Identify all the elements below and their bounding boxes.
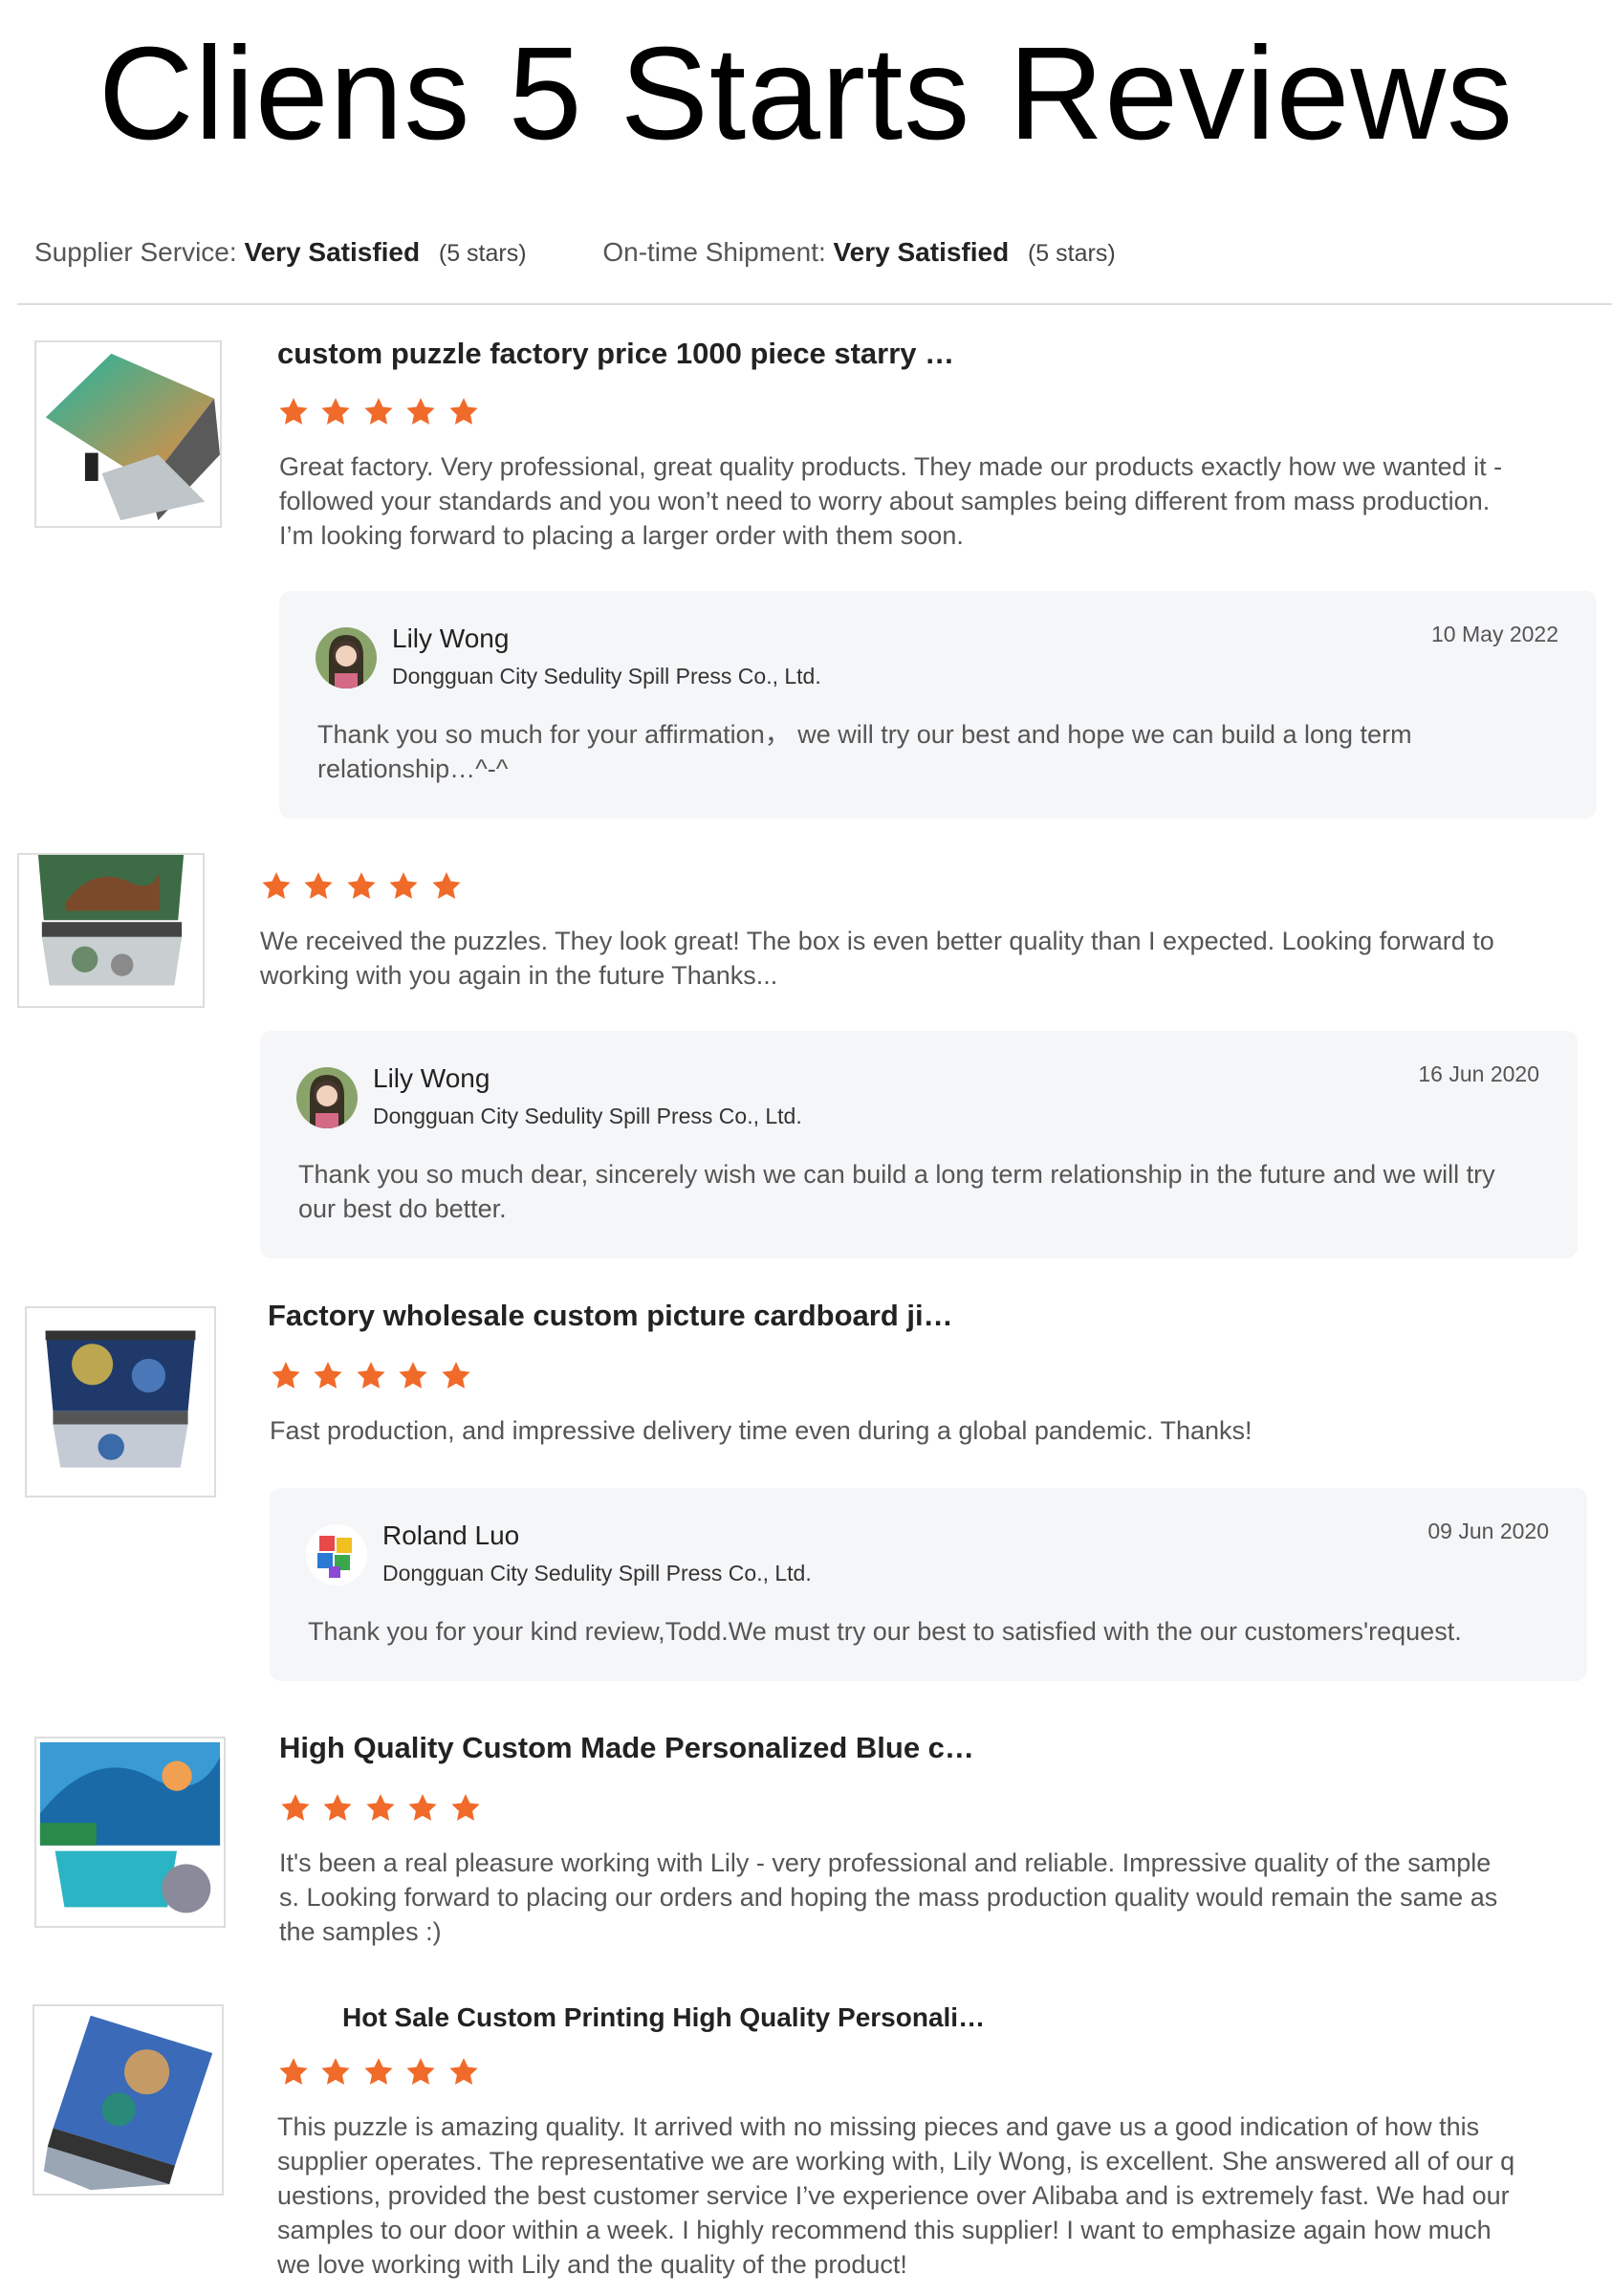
product-title[interactable]: High Quality Custom Made Personalized Bl… xyxy=(279,1731,974,1765)
star-icon xyxy=(406,1792,439,1825)
reply-company: Dongguan City Sedulity Spill Press Co., … xyxy=(382,1561,812,1585)
star-icon xyxy=(260,870,293,903)
reply-text: Thank you so much for your affirmation， … xyxy=(317,720,1412,783)
reply-text: Thank you for your kind review,Todd.We m… xyxy=(308,1617,1462,1646)
star-icon xyxy=(404,396,437,428)
star-icon xyxy=(319,396,352,428)
ontime-shipment-label: On-time Shipment: xyxy=(602,237,826,267)
supplier-service-stars-note: (5 stars) xyxy=(438,240,527,267)
rating-summary: Supplier Service: Very Satisfied (5 star… xyxy=(34,237,1116,268)
supplier-service-label: Supplier Service: xyxy=(34,237,237,267)
puzzle-box-starry-night-icon xyxy=(27,1308,214,1496)
reply-date: 16 Jun 2020 xyxy=(1418,1061,1539,1086)
star-icon xyxy=(321,1792,354,1825)
summary-divider xyxy=(17,303,1612,305)
star-icon xyxy=(362,396,395,428)
supplier-reply: Lily Wong Dongguan City Sedulity Spill P… xyxy=(260,1031,1578,1258)
supplier-service-value: Very Satisfied xyxy=(244,237,421,267)
star-rating xyxy=(260,870,468,908)
page-title: Cliens 5 Starts Reviews xyxy=(98,20,1514,167)
product-thumbnail[interactable] xyxy=(25,1306,216,1498)
review-text: Great factory. Very professional, great … xyxy=(279,452,1503,550)
ontime-shipment-value: Very Satisfied xyxy=(833,237,1010,267)
star-icon xyxy=(270,1360,302,1392)
star-rating xyxy=(270,1360,478,1398)
puzzle-box-ocean-icon xyxy=(34,2006,222,2194)
product-title[interactable]: custom puzzle factory price 1000 piece s… xyxy=(277,337,954,371)
reply-date: 10 May 2022 xyxy=(1431,622,1558,646)
star-icon xyxy=(430,870,463,903)
star-icon xyxy=(312,1360,344,1392)
user-photo-icon xyxy=(316,627,377,689)
star-rating xyxy=(277,2056,486,2094)
star-icon xyxy=(404,2056,437,2088)
puzzle-box-dinosaur-icon xyxy=(19,855,203,1006)
reply-author-name: Roland Luo xyxy=(382,1520,520,1550)
product-thumbnail[interactable] xyxy=(34,340,222,528)
review-text: It's been a real pleasure working with L… xyxy=(279,1848,1498,1946)
supplier-reply: Roland Luo Dongguan City Sedulity Spill … xyxy=(270,1488,1587,1681)
reply-company: Dongguan City Sedulity Spill Press Co., … xyxy=(392,664,821,689)
product-title[interactable]: Hot Sale Custom Printing High Quality Pe… xyxy=(342,2002,985,2033)
reply-company: Dongguan City Sedulity Spill Press Co., … xyxy=(373,1104,802,1128)
star-icon xyxy=(345,870,378,903)
puzzle-box-wave-icon xyxy=(36,1738,224,1926)
product-thumbnail[interactable] xyxy=(33,2004,224,2196)
star-icon xyxy=(277,2056,310,2088)
star-icon xyxy=(319,2056,352,2088)
puzzle-pieces-avatar-icon xyxy=(306,1524,367,1585)
reply-author-name: Lily Wong xyxy=(392,623,510,653)
review-text: Fast production, and impressive delivery… xyxy=(270,1416,1253,1445)
product-title[interactable]: Factory wholesale custom picture cardboa… xyxy=(268,1299,953,1333)
star-rating xyxy=(279,1792,488,1830)
star-icon xyxy=(440,1360,472,1392)
puzzle-box-gradient-icon xyxy=(36,342,220,526)
star-icon xyxy=(355,1360,387,1392)
star-rating xyxy=(277,396,486,434)
star-icon xyxy=(302,870,335,903)
review-text: We received the puzzles. They look great… xyxy=(260,927,1494,990)
ontime-shipment-stars-note: (5 stars) xyxy=(1027,240,1116,267)
star-icon xyxy=(279,1792,312,1825)
star-icon xyxy=(397,1360,429,1392)
reply-date: 09 Jun 2020 xyxy=(1427,1519,1549,1543)
star-icon xyxy=(449,1792,482,1825)
product-thumbnail[interactable] xyxy=(34,1737,226,1928)
star-icon xyxy=(447,2056,480,2088)
star-icon xyxy=(277,396,310,428)
user-photo-icon xyxy=(296,1067,358,1128)
star-icon xyxy=(387,870,420,903)
star-icon xyxy=(364,1792,397,1825)
star-icon xyxy=(362,2056,395,2088)
reply-text: Thank you so much dear, sincerely wish w… xyxy=(298,1160,1495,1223)
reply-author-name: Lily Wong xyxy=(373,1063,490,1093)
supplier-reply: Lily Wong Dongguan City Sedulity Spill P… xyxy=(279,591,1597,819)
review-text: This puzzle is amazing quality. It arriv… xyxy=(277,2112,1515,2279)
star-icon xyxy=(447,396,480,428)
product-thumbnail[interactable] xyxy=(17,853,205,1008)
